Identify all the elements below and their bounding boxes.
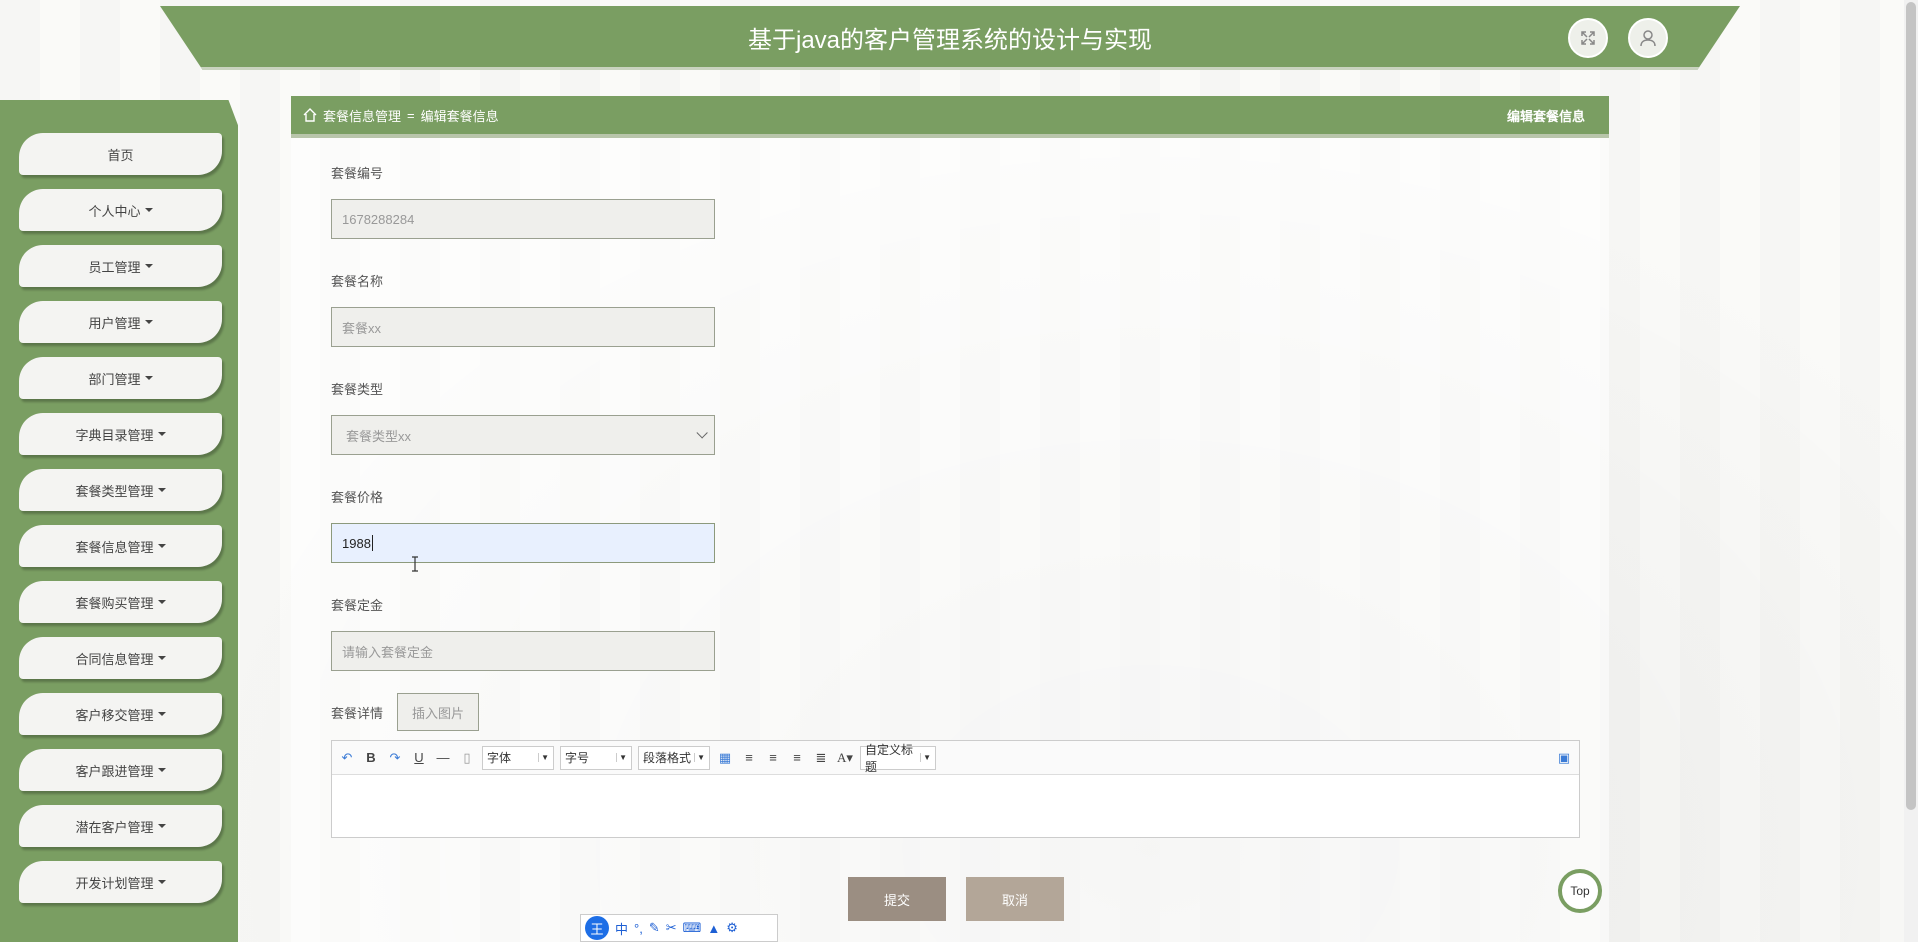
- chevron-down-icon: [157, 544, 166, 548]
- bold-icon[interactable]: B: [362, 750, 380, 765]
- custom-title-select[interactable]: 自定义标题 ▼: [860, 743, 936, 774]
- sidebar-item-department[interactable]: 部门管理: [19, 357, 222, 399]
- ime-toolbar: 王 中 °, ✎ ✂ ⌨ ▲ ⚙: [580, 914, 778, 942]
- sidebar-item-contract[interactable]: 合同信息管理: [19, 637, 222, 679]
- chevron-down-icon: [144, 208, 153, 212]
- table-icon[interactable]: ▦: [716, 750, 734, 766]
- package-price-label: 套餐价格: [331, 490, 384, 505]
- text-cursor-icon: [412, 556, 418, 572]
- chevron-down-icon: [157, 488, 166, 492]
- punctuation-icon[interactable]: °,: [634, 921, 643, 936]
- chevron-down-icon: [144, 264, 153, 268]
- package-price-input[interactable]: 1988: [331, 523, 715, 563]
- app-header: 基于java的客户管理系统的设计与实现: [160, 6, 1740, 70]
- align-justify-icon[interactable]: ≣: [812, 750, 830, 766]
- chevron-down-icon: [157, 600, 166, 604]
- chevron-down-icon: [157, 880, 166, 884]
- breadcrumb-current: 编辑套餐信息: [420, 108, 499, 124]
- back-to-top-button[interactable]: Top: [1558, 869, 1602, 913]
- scrollbar-thumb[interactable]: [1906, 2, 1916, 810]
- chevron-down-icon: ▼: [920, 753, 931, 762]
- sidebar-item-package-type[interactable]: 套餐类型管理: [19, 469, 222, 511]
- text-caret: [371, 535, 373, 551]
- sidebar-item-potential-customer[interactable]: 潜在客户管理: [19, 805, 222, 847]
- chevron-down-icon: ▼: [694, 753, 705, 762]
- paragraph-select[interactable]: 段落格式 ▼: [638, 745, 710, 770]
- insert-image-button[interactable]: 插入图片: [397, 693, 479, 731]
- home-icon: [303, 108, 317, 122]
- cancel-button[interactable]: 取消: [966, 877, 1064, 921]
- fullscreen-button[interactable]: [1568, 18, 1608, 58]
- package-type-value: 套餐类型xx: [346, 428, 412, 444]
- package-type-select[interactable]: 套餐类型xx: [331, 415, 715, 455]
- undo-icon[interactable]: ↶: [338, 750, 356, 766]
- sidebar-item-package-purchase[interactable]: 套餐购买管理: [19, 581, 222, 623]
- ime-mode[interactable]: 中: [615, 919, 628, 938]
- chevron-down-icon: ▼: [538, 753, 549, 762]
- font-family-select[interactable]: 字体 ▼: [482, 745, 554, 770]
- align-right-icon[interactable]: ≡: [764, 750, 782, 765]
- sidebar-item-customer-followup[interactable]: 客户跟进管理: [19, 749, 222, 791]
- chevron-down-icon: [157, 824, 166, 828]
- expand-icon: [1581, 31, 1595, 45]
- sidebar-item-home[interactable]: 首页: [19, 133, 222, 175]
- align-center-icon[interactable]: ≡: [788, 750, 806, 765]
- submit-button[interactable]: 提交: [848, 877, 946, 921]
- package-detail-label: 套餐详情: [331, 706, 384, 721]
- chevron-down-icon: [157, 768, 166, 772]
- redo-icon[interactable]: ↷: [386, 750, 404, 766]
- editor-body[interactable]: [332, 775, 1579, 837]
- package-deposit-input[interactable]: 请输入套餐定金: [331, 631, 715, 671]
- package-deposit-label: 套餐定金: [331, 598, 384, 613]
- sidebar-item-customer-transfer[interactable]: 客户移交管理: [19, 693, 222, 735]
- chevron-down-icon: [696, 427, 708, 439]
- chevron-down-icon: [157, 656, 166, 660]
- scrollbar[interactable]: [1904, 0, 1918, 942]
- pen-icon[interactable]: ✎: [649, 920, 660, 936]
- chevron-down-icon: [144, 376, 153, 380]
- user-button[interactable]: [1628, 18, 1668, 58]
- sidebar-item-employee[interactable]: 员工管理: [19, 245, 222, 287]
- app-title: 基于java的客户管理系统的设计与实现: [747, 27, 1153, 54]
- package-type-label: 套餐类型: [331, 382, 384, 397]
- horizontal-rule-icon[interactable]: —: [434, 750, 452, 765]
- package-price-value: 1988: [342, 535, 371, 551]
- editor-toolbar: ↶ B ↷ U — ▯ 字体 ▼ 字号 ▼ 段落格式 ▼ ▦ ≡ ≡ ≡ ≣ A▾ 自…: [332, 741, 1579, 775]
- font-size-select[interactable]: 字号 ▼: [560, 745, 632, 770]
- font-color-icon[interactable]: A▾: [836, 750, 854, 766]
- chevron-down-icon: [157, 712, 166, 716]
- page-title: 编辑套餐信息: [1506, 108, 1585, 124]
- breadcrumb-home[interactable]: 套餐信息管理: [323, 106, 401, 125]
- breadcrumb-separator: =: [407, 107, 415, 123]
- source-view-icon[interactable]: ▣: [1555, 750, 1573, 766]
- align-left-icon[interactable]: ≡: [740, 750, 758, 765]
- package-name-label: 套餐名称: [331, 274, 384, 289]
- underline-icon[interactable]: U: [410, 750, 428, 765]
- chevron-down-icon: [144, 320, 153, 324]
- breadcrumb: 套餐信息管理 = 编辑套餐信息 编辑套餐信息: [291, 96, 1609, 138]
- sidebar-item-user[interactable]: 用户管理: [19, 301, 222, 343]
- gear-icon[interactable]: ⚙: [726, 920, 738, 936]
- sidebar-item-personal-center[interactable]: 个人中心: [19, 189, 222, 231]
- sidebar-item-package-info[interactable]: 套餐信息管理: [19, 525, 222, 567]
- rich-text-editor: ↶ B ↷ U — ▯ 字体 ▼ 字号 ▼ 段落格式 ▼ ▦ ≡ ≡ ≡ ≣ A▾ 自…: [331, 740, 1580, 838]
- package-name-input[interactable]: 套餐xx: [331, 307, 715, 347]
- chevron-down-icon: ▼: [616, 753, 627, 762]
- sidebar-item-dev-plan[interactable]: 开发计划管理: [19, 861, 222, 903]
- skin-icon[interactable]: ▲: [707, 921, 720, 936]
- keyboard-icon[interactable]: ⌨: [683, 920, 702, 936]
- scissors-icon[interactable]: ✂: [666, 920, 677, 936]
- document-icon[interactable]: ▯: [458, 750, 476, 766]
- package-code-label: 套餐编号: [331, 166, 384, 181]
- sidebar-item-dictionary[interactable]: 字典目录管理: [19, 413, 222, 455]
- package-code-input[interactable]: 1678288284: [331, 199, 715, 239]
- user-icon: [1640, 30, 1656, 47]
- chevron-down-icon: [157, 432, 166, 436]
- ime-logo[interactable]: 王: [585, 916, 609, 940]
